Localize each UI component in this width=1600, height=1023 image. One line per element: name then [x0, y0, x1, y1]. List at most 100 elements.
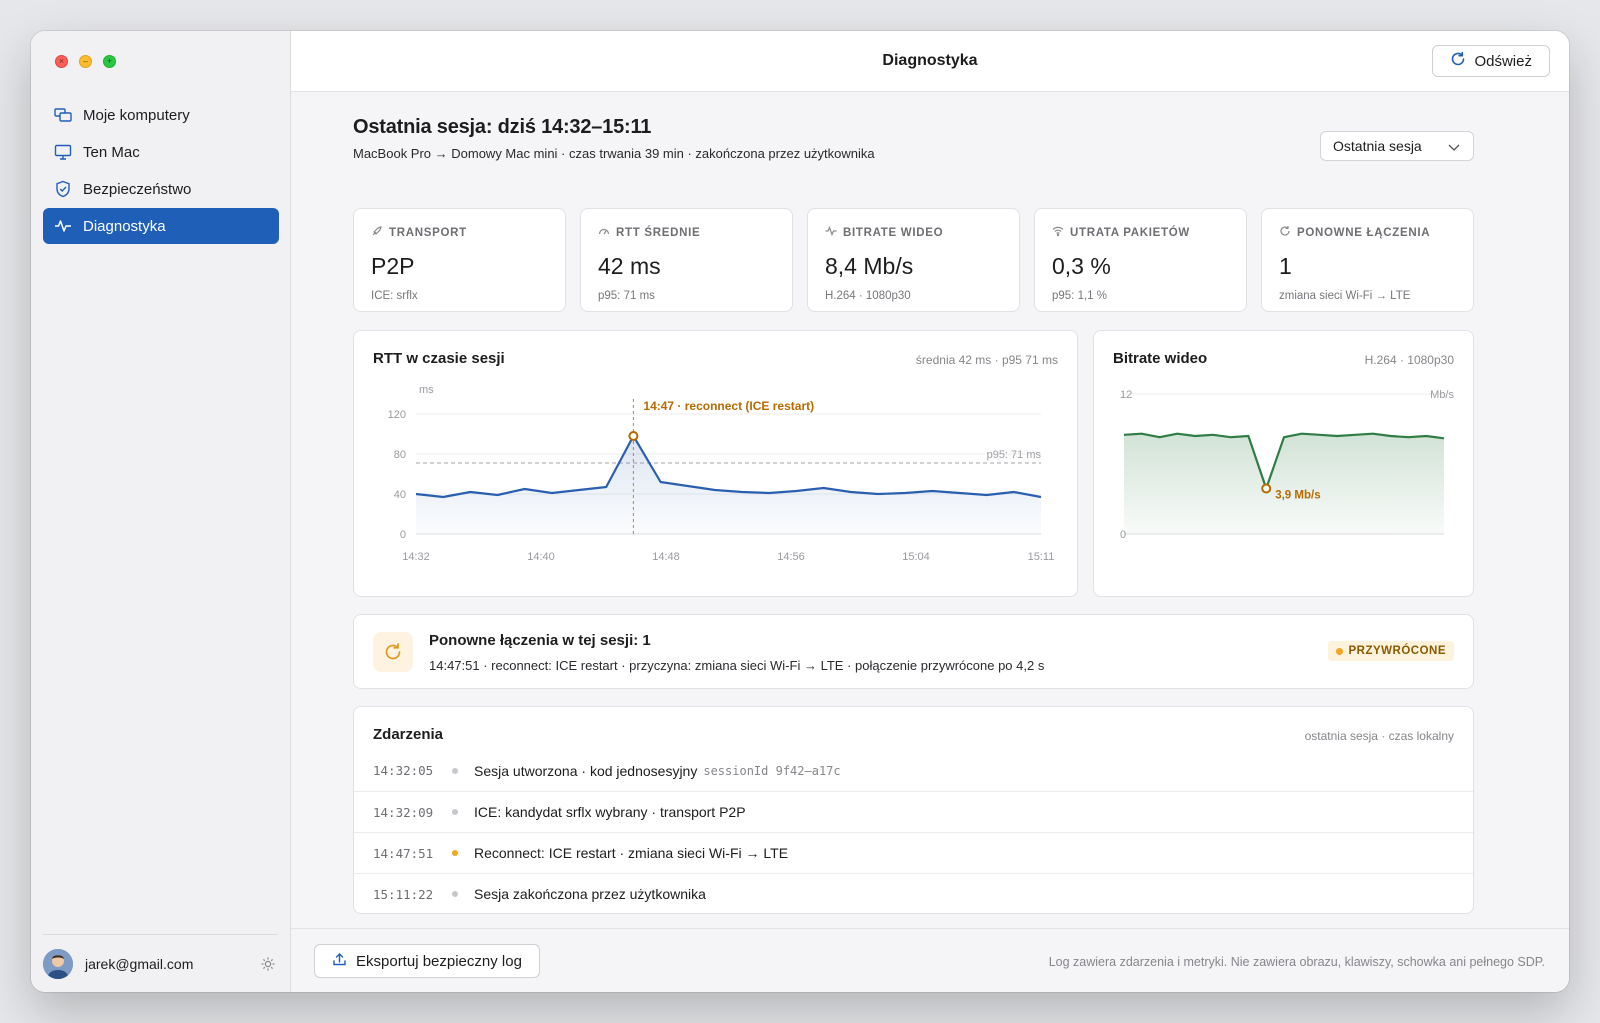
metric-card-label: BITRATE WIDEO — [825, 225, 1002, 240]
page-title: Diagnostyka — [882, 52, 978, 69]
upload-icon — [332, 952, 347, 971]
refresh-button[interactable]: Odśwież — [1432, 45, 1550, 77]
metric-card-reconnects: PONOWNE ŁĄCZENIA 1 zmiana sieci Wi-Fi → … — [1261, 208, 1474, 312]
export-log-button[interactable]: Eksportuj bezpieczny log — [314, 944, 540, 978]
bitrate-dip-point — [1261, 483, 1272, 494]
footer-note: Log zawiera zdarzenia i metryki. Nie zaw… — [1048, 955, 1545, 969]
metric-sub: p95: 1,1 % — [1052, 290, 1107, 302]
reconnect-panel: Ponowne łączenia w tej sesji: 1 14:47:51… — [353, 614, 1474, 689]
rtt-chart-panel: RTT w czasie sesji średnia 42 ms · p95 7… — [353, 330, 1078, 597]
sidebar-item-label: Ten Mac — [83, 143, 140, 161]
event-level-dot — [452, 809, 458, 815]
metric-card-label: PONOWNE ŁĄCZENIA — [1279, 225, 1456, 240]
link-icon — [371, 225, 383, 240]
bitrate-area — [1124, 433, 1444, 534]
metric-value: 0,3 % — [1052, 253, 1111, 279]
metric-card-label: TRANSPORT — [371, 225, 548, 240]
metric-card-bitrate: BITRATE WIDEO 8,4 Mb/s H.264 · 1080p30 — [807, 208, 1020, 312]
event-text: Sesja zakończona przez użytkownika — [474, 886, 706, 902]
reconnect-marker-point — [628, 431, 639, 441]
p95-reference-label: p95: 71 ms — [987, 449, 1042, 461]
list-item: 14:32:05 Sesja utworzona · kod jednosesy… — [354, 750, 1473, 791]
zoom-window-button[interactable]: + — [103, 55, 116, 68]
metric-card-label: RTT ŚREDNIE — [598, 225, 775, 240]
event-time: 14:32:09 — [373, 804, 434, 820]
y-tick-label: 120 — [388, 409, 406, 421]
main-area: Diagnostyka Odśwież Ostatnia sesja: dziś… — [291, 31, 1569, 992]
event-code: sessionId 9f42–a17c — [703, 763, 841, 778]
shield-icon — [53, 179, 73, 199]
metric-card-packet-loss: UTRATA PAKIETÓW 0,3 % p95: 1,1 % — [1034, 208, 1247, 312]
event-text: Sesja utworzona · kod jednosesyjny — [474, 762, 698, 779]
metric-card-transport: TRANSPORT P2P ICE: srflx — [353, 208, 566, 312]
toolbar: Diagnostyka Odśwież — [291, 31, 1569, 92]
metric-sub: p95: 71 ms — [598, 290, 655, 302]
x-tick-label: 14:48 — [652, 551, 680, 563]
metric-card-label: UTRATA PAKIETÓW — [1052, 225, 1229, 240]
y-tick-label: 40 — [394, 489, 406, 501]
chevron-down-icon — [1447, 140, 1461, 156]
app-window: × – + Moje komputery Ten Mac Bezpieczeńs… — [31, 31, 1569, 992]
y-tick-label: 12 — [1120, 389, 1132, 401]
x-tick-label: 15:11 — [1028, 551, 1055, 563]
status-dot — [1335, 647, 1343, 655]
event-time: 15:11:22 — [373, 886, 434, 902]
sidebar: × – + Moje komputery Ten Mac Bezpieczeńs… — [31, 31, 291, 992]
rtt-chart: ms 0 40 80 120 14:32 14:40 14:48 14:56 15:04 15:11… — [388, 384, 1055, 563]
user-account: jarek@gmail.com — [43, 934, 278, 992]
reconnect-title: Ponowne łączenia w tej sesji: 1 — [429, 632, 651, 649]
event-level-dot — [452, 767, 458, 774]
sidebar-item-security[interactable]: Bezpieczeństwo — [43, 171, 279, 207]
x-tick-label: 14:32 — [402, 551, 430, 563]
close-window-button[interactable]: × — [55, 55, 68, 68]
event-time: 14:32:05 — [373, 763, 434, 778]
events-panel: Zdarzenia ostatnia sesja · czas lokalny … — [353, 706, 1474, 914]
metric-sub: ICE: srflx — [371, 290, 418, 302]
minimize-window-button[interactable]: – — [79, 55, 92, 68]
event-text: ICE: kandydat srflx wybrany · transport … — [474, 804, 746, 820]
event-level-dot — [452, 891, 458, 897]
x-tick-label: 15:04 — [902, 551, 930, 563]
user-email: jarek@gmail.com — [85, 955, 194, 972]
footer-bar: Eksportuj bezpieczny log Log zawiera zda… — [291, 928, 1569, 992]
list-item: 14:32:09 ICE: kandydat srflx wybrany · t… — [354, 791, 1473, 832]
x-tick-label: 14:40 — [527, 551, 555, 563]
event-level-dot — [452, 850, 458, 856]
y-tick-label: 80 — [394, 449, 406, 461]
session-selector[interactable]: Ostatnia sesja — [1320, 131, 1474, 161]
wifi-icon — [1052, 225, 1064, 240]
rtt-series-line — [415, 434, 1042, 499]
sidebar-item-this-mac[interactable]: Ten Mac — [43, 134, 279, 170]
gear-icon[interactable] — [258, 954, 278, 974]
session-title: Ostatnia sesja: dziś 14:32–15:11 — [353, 116, 652, 138]
metric-value: 8,4 Mb/s — [825, 253, 914, 279]
y-tick-label: 0 — [400, 529, 406, 541]
rtt-area — [416, 436, 1041, 534]
export-log-label: Eksportuj bezpieczny log — [356, 952, 522, 970]
activity-icon — [825, 225, 837, 240]
metric-label-text: TRANSPORT — [389, 226, 467, 239]
list-item: 15:11:22 Sesja zakończona przez użytkown… — [354, 873, 1473, 914]
sidebar-item-diagnostics[interactable]: Diagnostyka — [43, 208, 279, 244]
gauge-icon — [598, 225, 610, 240]
metric-sub: zmiana sieci Wi-Fi → LTE — [1279, 290, 1411, 302]
window-controls: × – + — [55, 55, 116, 68]
reconnect-detail: 14:47:51 · reconnect: ICE restart · przy… — [429, 658, 1045, 673]
sidebar-item-my-computers[interactable]: Moje komputery — [43, 97, 279, 133]
status-badge: PRZYWRÓCONE — [1327, 641, 1454, 661]
events-meta: ostatnia sesja · czas lokalny — [1304, 729, 1454, 743]
event-time: 14:47:51 — [373, 845, 434, 861]
events-title: Zdarzenia — [373, 726, 444, 743]
metric-label-text: PONOWNE ŁĄCZENIA — [1297, 226, 1431, 239]
session-subtitle: MacBook Pro → Domowy Mac mini · czas trw… — [353, 146, 875, 161]
sidebar-item-label: Bezpieczeństwo — [83, 180, 192, 198]
metric-sub: H.264 · 1080p30 — [825, 290, 911, 302]
reconnect-annotation: 14:47 · reconnect (ICE restart) — [643, 399, 814, 413]
session-selector-value: Ostatnia sesja — [1333, 138, 1422, 154]
status-badge-label: PRZYWRÓCONE — [1348, 645, 1446, 657]
x-tick-label: 14:56 — [777, 551, 805, 563]
reconnect-icon — [373, 632, 413, 672]
metric-value: 42 ms — [598, 253, 661, 279]
sidebar-item-label: Moje komputery — [83, 106, 190, 124]
avatar[interactable] — [43, 948, 73, 979]
